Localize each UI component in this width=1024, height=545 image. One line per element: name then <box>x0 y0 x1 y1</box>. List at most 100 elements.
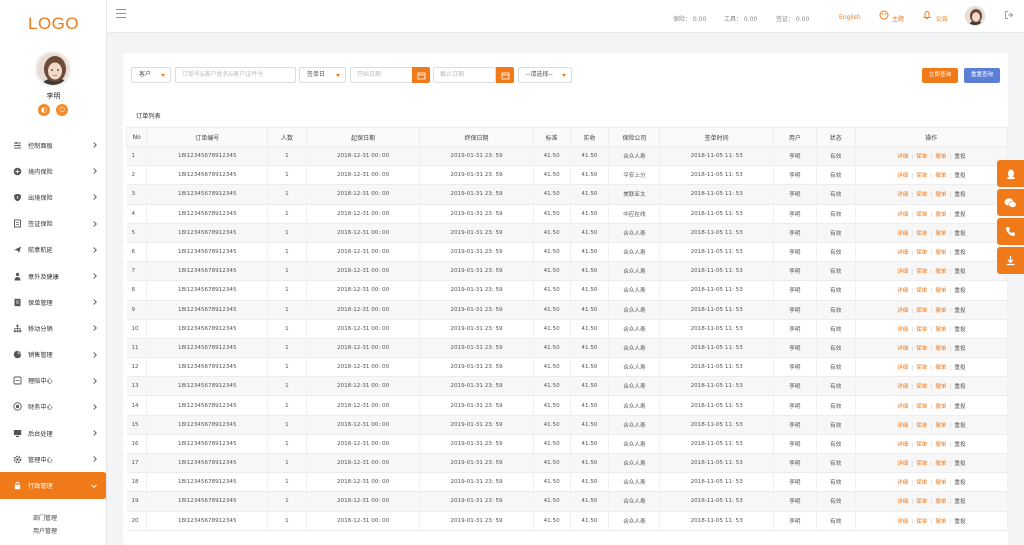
table-row[interactable]: 17 18I12345678912345 1 2018-12-31 00: 00 201… <box>126 453 1009 474</box>
action-link-1[interactable]: 详细 <box>897 519 908 525</box>
action-link-4[interactable]: 重投 <box>954 442 965 448</box>
table-row[interactable]: 18 18I12345678912345 1 2018-12-31 00: 00 201… <box>126 472 1009 493</box>
submenu-item[interactable]: 部门管理 <box>0 513 106 524</box>
action-link-1[interactable]: 详细 <box>897 173 908 179</box>
sidebar-item-9[interactable]: 销售管理 <box>0 342 106 368</box>
action-link-1[interactable]: 详细 <box>897 231 908 237</box>
table-row[interactable]: 4 18I12345678912345 1 2018-12-31 00: 00 2019… <box>126 204 1009 224</box>
action-link-3[interactable]: 撤单 <box>935 423 946 429</box>
bell-icon[interactable] <box>922 10 932 20</box>
action-link-1[interactable]: 详细 <box>897 308 908 314</box>
sidebar-item-13[interactable]: 管理中心 <box>0 446 106 472</box>
table-row[interactable]: 3 18I12345678912345 1 2018-12-31 00: 00 2019… <box>126 184 1009 205</box>
sidebar-item-7[interactable]: 保单管理 <box>0 289 106 315</box>
action-link-3[interactable]: 撤单 <box>935 192 946 198</box>
table-row[interactable]: 5 18I12345678912345 1 2018-12-31 00: 00 2019… <box>126 223 1009 243</box>
action-link-1[interactable]: 详细 <box>897 423 908 429</box>
profile-toggle-button[interactable]: ◐ <box>38 104 50 116</box>
action-link-2[interactable]: 保单 <box>916 404 927 410</box>
table-row[interactable]: 2 18I12345678912345 1 2018-12-31 00: 00 2019… <box>126 165 1009 186</box>
submenu-item[interactable]: 用户管理 <box>0 526 106 537</box>
table-row[interactable]: 16 18I12345678912345 1 2018-12-31 00: 00 201… <box>126 434 1009 455</box>
action-link-1[interactable]: 详细 <box>897 346 908 352</box>
theme-link[interactable]: 主题 <box>892 14 904 23</box>
table-row[interactable]: 12 18I12345678912345 1 2018-12-31 00: 00 201… <box>126 357 1009 378</box>
action-link-4[interactable]: 重投 <box>954 327 965 333</box>
action-link-4[interactable]: 重投 <box>954 423 965 429</box>
action-link-2[interactable]: 保单 <box>916 327 927 333</box>
table-row[interactable]: 15 18I12345678912345 1 2018-12-31 00: 00 201… <box>126 415 1009 435</box>
qq-icon[interactable] <box>997 160 1024 187</box>
action-link-2[interactable]: 保单 <box>916 212 927 218</box>
action-link-1[interactable]: 详细 <box>897 288 908 294</box>
table-row[interactable]: 20 18I12345678912345 1 2018-12-31 00: 00 201… <box>126 511 1009 531</box>
sidebar-item-2[interactable]: 境内保险 <box>0 158 106 184</box>
action-link-3[interactable]: 撤单 <box>935 327 946 333</box>
sidebar-item-4[interactable]: 签证保险 <box>0 211 106 237</box>
action-link-3[interactable]: 撤单 <box>935 384 946 390</box>
notice-link[interactable]: 公告 <box>936 14 948 23</box>
top-avatar[interactable] <box>965 6 985 26</box>
palette-icon[interactable] <box>879 10 889 20</box>
action-link-3[interactable]: 撤单 <box>935 404 946 410</box>
action-link-2[interactable]: 保单 <box>916 346 927 352</box>
table-row[interactable]: 14 18I12345678912345 1 2018-12-31 00: 00 201… <box>126 395 1009 416</box>
date-type-select[interactable]: 签单日 <box>299 67 346 83</box>
action-link-2[interactable]: 保单 <box>916 480 927 486</box>
action-link-1[interactable]: 详细 <box>897 365 908 371</box>
action-link-1[interactable]: 详细 <box>897 461 908 467</box>
action-link-4[interactable]: 重投 <box>954 269 965 275</box>
action-link-3[interactable]: 撤单 <box>935 212 946 218</box>
hamburger-menu-icon[interactable] <box>116 9 126 19</box>
action-link-4[interactable]: 重投 <box>954 365 965 371</box>
action-link-2[interactable]: 保单 <box>916 288 927 294</box>
exit-icon[interactable] <box>1004 10 1014 20</box>
action-link-2[interactable]: 保单 <box>916 250 927 256</box>
action-link-2[interactable]: 保单 <box>916 384 927 390</box>
sidebar-item-3[interactable]: 出境保险 <box>0 184 106 210</box>
sidebar-item-11[interactable]: 财务中心 <box>0 394 106 420</box>
action-link-4[interactable]: 重投 <box>954 519 965 525</box>
action-link-4[interactable]: 重投 <box>954 461 965 467</box>
action-link-4[interactable]: 重投 <box>954 192 965 198</box>
table-row[interactable]: 9 18I12345678912345 1 2018-12-31 00: 00 2019… <box>126 300 1009 320</box>
action-link-1[interactable]: 详细 <box>897 212 908 218</box>
calendar-icon[interactable] <box>496 67 514 83</box>
action-link-4[interactable]: 重投 <box>954 231 965 237</box>
action-link-3[interactable]: 撤单 <box>935 250 946 256</box>
action-link-3[interactable]: 撤单 <box>935 442 946 448</box>
action-link-1[interactable]: 详细 <box>897 327 908 333</box>
language-switch[interactable]: English <box>839 14 861 21</box>
sidebar-item-12[interactable]: 后台处理 <box>0 420 106 446</box>
sidebar-item-14[interactable]: 行政管理 <box>0 472 106 499</box>
wechat-icon[interactable] <box>997 189 1024 216</box>
action-link-3[interactable]: 撤单 <box>935 346 946 352</box>
action-link-3[interactable]: 撤单 <box>935 365 946 371</box>
action-link-3[interactable]: 撤单 <box>935 480 946 486</box>
table-row[interactable]: 7 18I12345678912345 1 2018-12-31 00: 00 2019… <box>126 261 1009 282</box>
action-link-2[interactable]: 保单 <box>916 231 927 237</box>
action-link-1[interactable]: 详细 <box>897 192 908 198</box>
action-link-2[interactable]: 保单 <box>916 461 927 467</box>
phone-icon[interactable] <box>997 218 1024 245</box>
action-link-4[interactable]: 重投 <box>954 212 965 218</box>
action-link-3[interactable]: 撤单 <box>935 499 946 505</box>
action-link-2[interactable]: 保单 <box>916 423 927 429</box>
calendar-icon[interactable] <box>412 67 430 83</box>
action-link-2[interactable]: 保单 <box>916 154 927 160</box>
sidebar-item-6[interactable]: 意外及健康 <box>0 263 106 289</box>
action-link-4[interactable]: 重投 <box>954 499 965 505</box>
start-date-input[interactable]: 开始日期 <box>350 67 413 83</box>
logo[interactable]: LOGO <box>28 14 79 34</box>
action-link-4[interactable]: 重投 <box>954 154 965 160</box>
action-link-2[interactable]: 保单 <box>916 365 927 371</box>
action-link-3[interactable]: 撤单 <box>935 519 946 525</box>
action-link-4[interactable]: 重投 <box>954 480 965 486</box>
action-link-3[interactable]: 撤单 <box>935 269 946 275</box>
action-link-2[interactable]: 保单 <box>916 442 927 448</box>
action-link-3[interactable]: 撤单 <box>935 231 946 237</box>
action-link-1[interactable]: 详细 <box>897 269 908 275</box>
action-link-2[interactable]: 保单 <box>916 173 927 179</box>
action-link-1[interactable]: 详细 <box>897 154 908 160</box>
action-link-3[interactable]: 撤单 <box>935 154 946 160</box>
